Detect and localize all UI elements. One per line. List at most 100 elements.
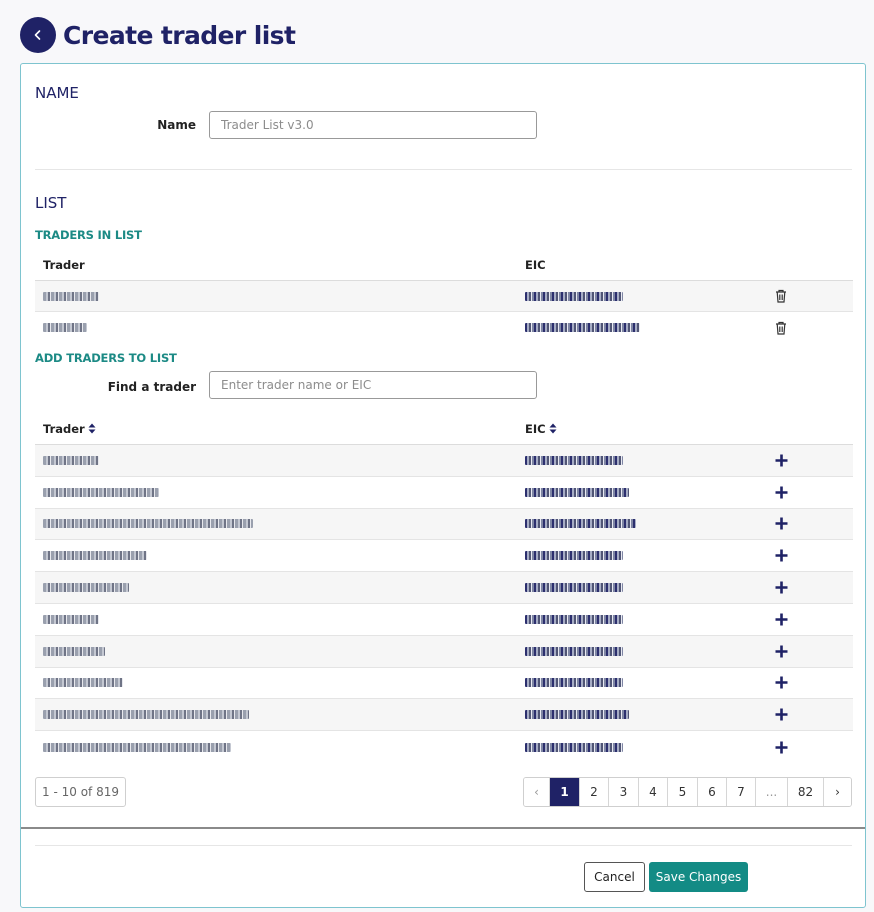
plus-icon xyxy=(775,486,788,499)
page-button-7[interactable]: 7 xyxy=(727,778,756,806)
table-row: Alpiq Spa AG 12XALPIQ-SPA-CH xyxy=(35,668,853,700)
section-divider xyxy=(35,169,852,170)
pagination-ellipsis[interactable]: ... xyxy=(756,778,788,806)
table-row: Trader 10XEIC-CODE-VALUE-A xyxy=(35,312,853,343)
page-button-3[interactable]: 3 xyxy=(609,778,639,806)
add-trader-button[interactable] xyxy=(775,454,788,467)
find-trader-label: Find a trader xyxy=(107,380,196,394)
page-button-4[interactable]: 4 xyxy=(639,778,668,806)
eic-code: 11XBKW-DE-----3 xyxy=(525,614,623,624)
traders-in-list-title: TRADERS IN LIST xyxy=(35,228,142,242)
page-button-1[interactable]: 1 xyxy=(550,778,580,806)
eic-code: 11XBKW-DE-----4 xyxy=(525,455,623,465)
eic-code: 12XALPIQ-SPA-CH xyxy=(525,678,623,688)
trader-column-header: Trader xyxy=(43,257,85,272)
trader-sort-header[interactable]: Trader xyxy=(35,422,525,436)
trader-name: BKW GmbH xyxy=(43,455,99,465)
remove-trader-button[interactable] xyxy=(775,289,787,303)
plus-icon xyxy=(775,454,788,467)
name-label: Name xyxy=(157,118,196,132)
add-trader-button[interactable] xyxy=(775,517,788,530)
add-trader-button[interactable] xyxy=(775,676,788,689)
save-changes-button[interactable]: Save Changes xyxy=(649,862,748,892)
page-button-6[interactable]: 6 xyxy=(698,778,727,806)
trash-icon xyxy=(775,321,787,335)
add-trader-button[interactable] xyxy=(775,645,788,658)
plus-icon xyxy=(775,517,788,530)
add-trader-button[interactable] xyxy=(775,708,788,721)
trader-name: Switzerland Energy xyxy=(43,487,159,497)
eic-code: 11XAXPO-SOLUTNS xyxy=(525,742,623,752)
trader-name: AE Energy Ltd xyxy=(43,583,129,593)
eic-code: 10XAAA-ENERGY-TRD xyxy=(525,519,636,529)
list-section-title: LIST xyxy=(35,194,67,212)
eic-code: 11XBKW-DE-----4 xyxy=(525,291,623,301)
add-traders-title: ADD TRADERS TO LIST xyxy=(35,351,177,365)
trader-name: BKW GmbH xyxy=(43,291,99,301)
page-button-2[interactable]: 2 xyxy=(580,778,609,806)
sort-icon xyxy=(88,423,96,434)
eic-sort-header[interactable]: EIC xyxy=(525,422,765,436)
traders-in-list-table: Trader EIC BKW GmbH 11XBKW-DE-----4 Trader… xyxy=(35,249,853,343)
trader-name: ACE Trading GmbH xyxy=(43,551,147,561)
trader-name: Axpo Solutions AG Zweigniederl xyxy=(43,742,231,752)
add-trader-button[interactable] xyxy=(775,486,788,499)
back-button[interactable] xyxy=(20,17,56,53)
trader-name: Alpiq Spa AG xyxy=(43,678,123,688)
trader-name: AERO GmbH xyxy=(43,646,105,656)
pagination-summary: 1 - 10 of 819 xyxy=(35,777,126,807)
table-row: Switzerland Energy 12XTRADER-CODE-2 xyxy=(35,477,853,509)
plus-icon xyxy=(775,708,788,721)
eic-code: 12XTRADER-CODE-2 xyxy=(525,487,629,497)
trader-header-label: Trader xyxy=(43,421,85,436)
next-page-button[interactable]: › xyxy=(824,778,851,806)
plus-icon xyxy=(775,613,788,626)
add-trader-button[interactable] xyxy=(775,613,788,626)
table-row: AE Energy Ltd 10XAE-ENERGYLTD xyxy=(35,572,853,604)
table-row: ACE Trading GmbH 11XACE-TRD-CODE xyxy=(35,540,853,573)
prev-page-button[interactable]: ‹ xyxy=(524,778,550,806)
plus-icon xyxy=(775,549,788,562)
eic-code: 11XACE-TRD-CODE xyxy=(525,551,623,561)
name-input[interactable] xyxy=(209,111,537,139)
add-trader-button[interactable] xyxy=(775,741,788,754)
eic-code: 10XAE-ENERGYLTD xyxy=(525,583,623,593)
chevron-left-icon xyxy=(34,30,41,40)
footer-separator xyxy=(21,827,865,829)
table-header: Trader EIC xyxy=(35,249,853,281)
table-row: BKW GmbH 11XBKW-DE-----3 xyxy=(35,604,853,636)
find-trader-input[interactable] xyxy=(209,371,537,399)
plus-icon xyxy=(775,645,788,658)
table-row: Axpo Solutions AG Zweigniederl 11XAXPO-SO… xyxy=(35,731,853,763)
eic-code: 10XEIC-CODE-VALUE-A xyxy=(525,323,640,332)
page-button-5[interactable]: 5 xyxy=(668,778,698,806)
eic-code: 11XAERO-GMBH-DE xyxy=(525,646,623,656)
sort-icon xyxy=(549,423,557,434)
plus-icon xyxy=(775,741,788,754)
cancel-button[interactable]: Cancel xyxy=(584,862,645,892)
page-header: Create trader list xyxy=(20,17,296,53)
eic-header-label: EIC xyxy=(525,421,546,436)
table-row: AERO GmbH 11XAERO-GMBH-DE xyxy=(35,635,853,668)
add-trader-button[interactable] xyxy=(775,581,788,594)
trader-name: AAA Energy and Commodities Trading Ltd xyxy=(43,519,253,529)
add-trader-button[interactable] xyxy=(775,549,788,562)
form-card: NAME Name LIST TRADERS IN LIST Trader EI… xyxy=(20,63,866,908)
trader-name: Trader xyxy=(43,323,87,332)
plus-icon xyxy=(775,676,788,689)
plus-icon xyxy=(775,581,788,594)
eic-column-header: EIC xyxy=(525,257,546,272)
trader-name: BKW GmbH xyxy=(43,614,99,624)
eic-code: 10XAXPO-COMP-LIQ xyxy=(525,710,629,720)
pagination: ‹ 1 2 3 4 5 6 7... 82 › xyxy=(523,777,852,807)
page-title: Create trader list xyxy=(63,20,296,50)
add-traders-table: Trader EIC BKW GmbH 11XBKW-DE-----4 Switze… xyxy=(35,413,853,763)
footer-divider xyxy=(35,845,852,846)
trash-icon xyxy=(775,289,787,303)
table-row: AAA Energy and Commodities Trading Ltd 10… xyxy=(35,508,853,541)
table-row: Axpo company for liquidation Inc. 10XAXPO… xyxy=(35,699,853,732)
table-row: BKW GmbH 11XBKW-DE-----4 xyxy=(35,281,853,312)
table-row: BKW GmbH 11XBKW-DE-----4 xyxy=(35,445,853,477)
remove-trader-button[interactable] xyxy=(775,321,787,335)
page-button-82[interactable]: 82 xyxy=(788,778,824,806)
